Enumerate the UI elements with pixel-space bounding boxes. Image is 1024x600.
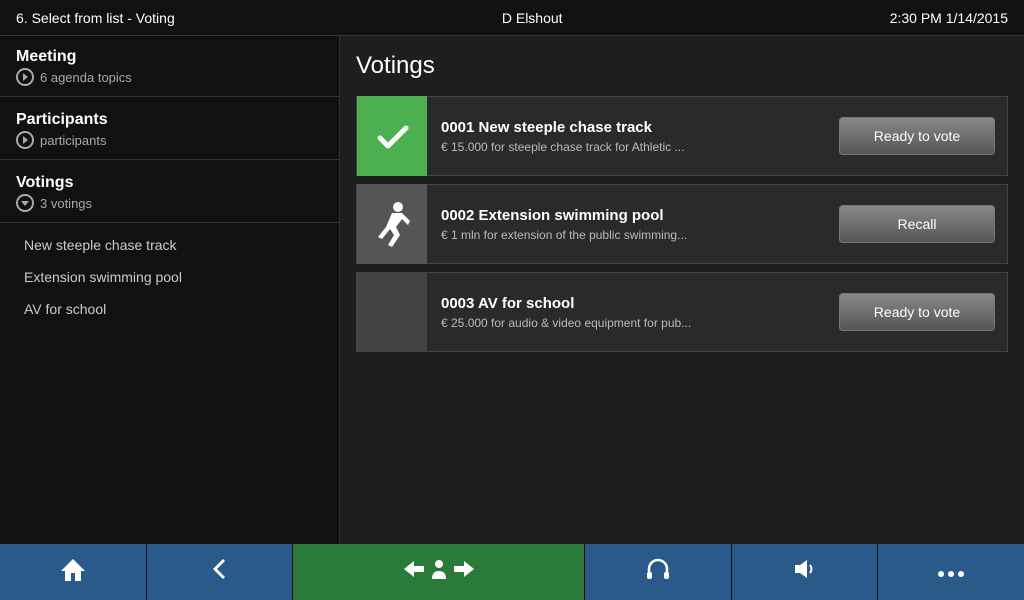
transfer-button[interactable] xyxy=(293,544,585,600)
voting-list: 0001 New steeple chase track € 15.000 for… xyxy=(356,96,1008,352)
voting-text-2: 0002 Extension swimming pool € 1 mln for … xyxy=(427,197,827,252)
volume-button[interactable] xyxy=(732,544,879,600)
voting-item-1: 0001 New steeple chase track € 15.000 for… xyxy=(356,96,1008,176)
sidebar-section-sub-votings: 3 votings xyxy=(16,194,323,212)
voting-empty-icon xyxy=(357,272,427,352)
sidebar-section-participants[interactable]: Participants participants xyxy=(0,103,339,153)
header: 6. Select from list - Voting D Elshout 2… xyxy=(0,0,1024,36)
home-button[interactable] xyxy=(0,544,147,600)
voting-title-3: 0003 AV for school xyxy=(441,295,813,312)
more-icon xyxy=(937,559,965,585)
toolbar xyxy=(0,544,1024,600)
sidebar-participants-icon xyxy=(16,131,34,149)
content-area: Votings 0001 New steeple chase track € 15… xyxy=(340,36,1024,544)
sidebar-votings-icon xyxy=(16,194,34,212)
sidebar-item[interactable]: Extension swimming pool xyxy=(0,261,339,293)
voting-check-icon xyxy=(357,96,427,176)
voting-desc-2: € 1 mln for extension of the public swim… xyxy=(441,228,813,242)
volume-icon xyxy=(791,555,819,589)
sidebar-meeting-icon xyxy=(16,68,34,86)
voting-action-3: Ready to vote xyxy=(827,293,1007,331)
voting-text-1: 0001 New steeple chase track € 15.000 for… xyxy=(427,109,827,164)
back-icon xyxy=(205,555,233,589)
sidebar-section-sub-meeting: 6 agenda topics xyxy=(16,68,323,86)
header-left: 6. Select from list - Voting xyxy=(16,10,175,26)
sidebar-item[interactable]: AV for school xyxy=(0,293,339,325)
ready-to-vote-button-1[interactable]: Ready to vote xyxy=(839,117,995,155)
main-layout: Meeting 6 agenda topics Participants partic… xyxy=(0,36,1024,544)
voting-runner-icon xyxy=(357,184,427,264)
sidebar-section-title-votings: Votings xyxy=(16,174,323,192)
sidebar-section-sub-participants: participants xyxy=(16,131,323,149)
recall-button-2[interactable]: Recall xyxy=(839,205,995,243)
sidebar-section-title-meeting: Meeting xyxy=(16,48,323,66)
transfer-icon xyxy=(404,555,474,589)
more-button[interactable] xyxy=(878,544,1024,600)
voting-action-1: Ready to vote xyxy=(827,117,1007,155)
header-right: 2:30 PM 1/14/2015 xyxy=(890,10,1008,26)
sidebar-item[interactable]: New steeple chase track xyxy=(0,229,339,261)
ready-to-vote-button-3[interactable]: Ready to vote xyxy=(839,293,995,331)
headphones-button[interactable] xyxy=(585,544,732,600)
voting-title-1: 0001 New steeple chase track xyxy=(441,119,813,136)
voting-item-2: 0002 Extension swimming pool € 1 mln for … xyxy=(356,184,1008,264)
headphones-icon xyxy=(644,555,672,589)
page-title: Votings xyxy=(356,52,1008,80)
voting-item-3: 0003 AV for school € 25.000 for audio & v… xyxy=(356,272,1008,352)
voting-action-2: Recall xyxy=(827,205,1007,243)
voting-text-3: 0003 AV for school € 25.000 for audio & v… xyxy=(427,285,827,340)
sidebar-section-votings[interactable]: Votings 3 votings xyxy=(0,166,339,216)
sidebar: Meeting 6 agenda topics Participants partic… xyxy=(0,36,340,544)
sidebar-section-title-participants: Participants xyxy=(16,111,323,129)
header-center: D Elshout xyxy=(502,10,563,26)
voting-desc-1: € 15.000 for steeple chase track for Ath… xyxy=(441,140,813,154)
back-button[interactable] xyxy=(147,544,294,600)
voting-title-2: 0002 Extension swimming pool xyxy=(441,207,813,224)
sidebar-section-meeting[interactable]: Meeting 6 agenda topics xyxy=(0,40,339,90)
home-icon xyxy=(59,555,87,589)
voting-desc-3: € 25.000 for audio & video equipment for… xyxy=(441,316,813,330)
